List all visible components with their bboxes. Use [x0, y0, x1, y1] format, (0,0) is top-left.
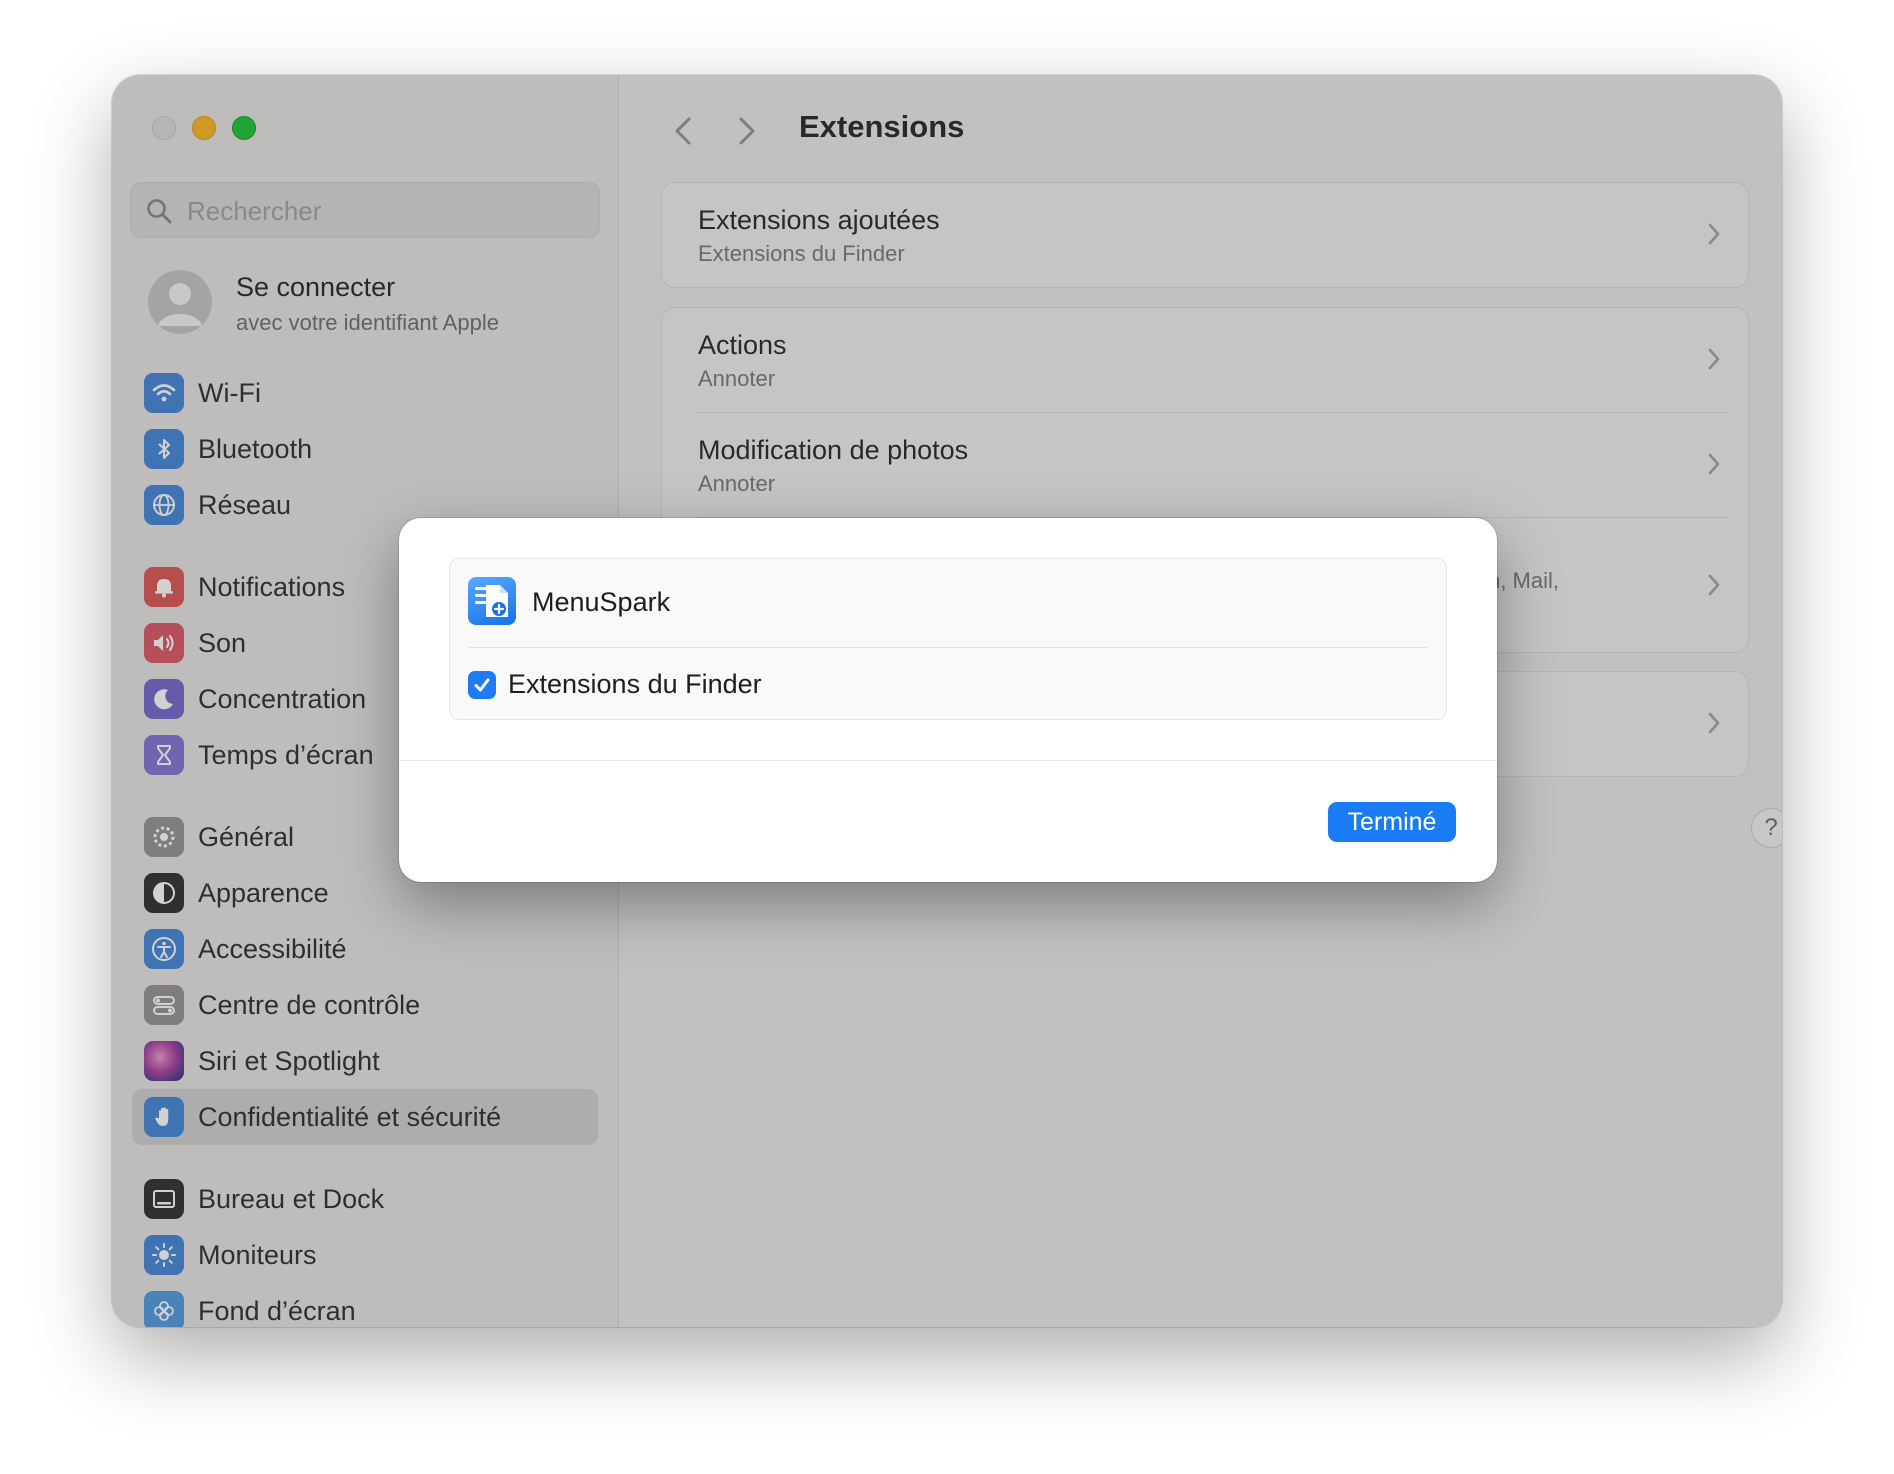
checkbox-label[interactable]: Extensions du Finder [508, 669, 762, 700]
panel-divider [468, 647, 1428, 648]
finder-extension-sheet: MenuSpark Extensions du Finder Terminé [399, 518, 1497, 882]
done-button[interactable]: Terminé [1328, 802, 1456, 842]
finder-extension-checkbox[interactable] [468, 671, 496, 699]
footer-divider [399, 760, 1497, 761]
extension-list-panel: MenuSpark Extensions du Finder [449, 558, 1447, 720]
checkmark-icon [474, 678, 490, 692]
app-name: MenuSpark [532, 587, 671, 617]
menuspark-app-icon [468, 577, 516, 625]
